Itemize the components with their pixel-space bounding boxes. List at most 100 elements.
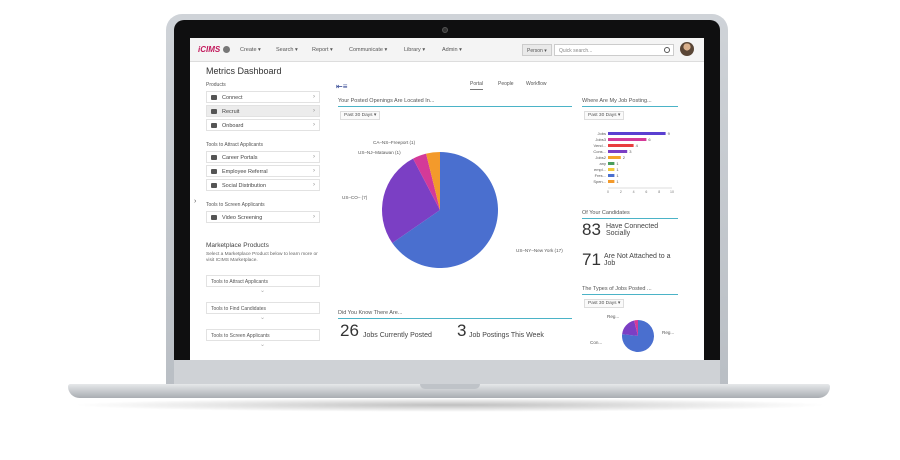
chevron-right-icon: › [313,168,315,174]
x-tick-label: 8 [658,190,660,194]
sidebar-item-onboard[interactable]: Onboard › [206,119,320,131]
bar-value-label: 4 [636,143,639,148]
pie-label-ny: US–NY–New York (17) [516,248,563,253]
bar-value-label: 2 [623,155,626,160]
sidebar-item-label: Onboard [222,123,244,129]
sidebar-item-video-screening[interactable]: Video Screening › [206,211,320,223]
sidebar-item-label: Social Distribution [222,183,267,189]
tab-portal[interactable]: Portal [470,81,484,90]
laptop-chin [174,360,720,386]
week-postings-label: Job Postings This Week [469,332,544,339]
bar-category-label: Jobs3 [595,137,606,142]
job-types-divider [582,294,678,295]
bar-value-label: 1 [616,179,619,184]
pie-label-freeport: CA–NS–Freeport (1) [373,140,416,145]
chevron-right-icon: › [313,108,315,114]
marketplace-text: Select a Marketplace Product below to le… [206,252,318,263]
nav-report[interactable]: Report ▾ [312,47,333,53]
chevron-right-icon: › [313,214,315,220]
x-tick-label: 2 [620,190,622,194]
laptop-notch [420,384,480,389]
chevron-right-icon[interactable]: › [194,198,196,205]
did-you-know-title: Did You Know There Are... [338,310,403,316]
nav-admin[interactable]: Admin ▾ [442,47,462,53]
search-input[interactable]: Quick search... [554,44,674,56]
search-icon[interactable] [664,47,670,53]
tab-workflow[interactable]: Workflow [526,81,546,87]
page-title: Metrics Dashboard [206,66,282,76]
x-tick-label: 10 [670,190,674,194]
webcam [442,27,448,33]
sidebar-item-label: Employee Referral [222,169,268,175]
jobs-posted-label: Jobs Currently Posted [363,332,432,339]
globe-icon[interactable] [223,46,230,53]
job-types-title: The Types of Jobs Posted ... [582,286,652,292]
openings-pie-chart [382,152,498,268]
where-posting-bar-chart: Jobs 9 Jobs3 6 Vend... 4 Cons... 3 Jobs2 2 any 1 emp… [593,131,674,194]
logo[interactable]: iCIMS [198,45,220,54]
bar [608,180,615,183]
share-icon [211,183,217,188]
attract-label: Tools to Attract Applicants [206,142,263,148]
sidebar-item-label: Connect [222,95,243,101]
x-tick-label: 4 [633,190,635,194]
marketplace-item-find[interactable]: Tools to Find Candidates [206,302,320,314]
pie-label-co: US–CO– (7) [342,195,368,200]
bar-category-label: Spen... [593,179,606,184]
marketplace-item-screen[interactable]: Tools to Screen Applicants [206,329,320,341]
marketplace-item-attract[interactable]: Tools to Attract Applicants [206,275,320,287]
sidebar-item-career-portals[interactable]: Career Portals › [206,151,320,163]
sidebar-item-employee-referral[interactable]: Employee Referral › [206,165,320,177]
person-select[interactable]: Person ▾ [522,44,552,56]
chevron-right-icon: › [313,122,315,128]
sidebar-item-recruit[interactable]: Recruit › [206,105,320,117]
bar-value-label: 1 [616,161,619,166]
screen-label: Tools to Screen Applicants [206,202,265,208]
people-icon [211,169,217,174]
bar-value-label: 3 [629,149,632,154]
where-posting-range-select[interactable]: Past 30 Days ▾ [584,111,625,120]
bar [608,144,634,147]
bar-category-label: Jobs2 [595,155,606,160]
flame-icon [211,95,217,100]
sidebar-item-social-distribution[interactable]: Social Distribution › [206,179,320,191]
tab-people[interactable]: People [498,81,514,87]
bar [608,132,666,135]
nav-search[interactable]: Search ▾ [276,47,298,53]
nav-create[interactable]: Create ▾ [240,47,261,53]
chevron-down-icon: ⌄ [260,315,266,321]
openings-range-select[interactable]: Past 30 Days ▾ [340,111,381,120]
chevron-right-icon: › [313,154,315,160]
not-attached-count: 71 [582,250,601,269]
sidebar-item-label: Video Screening [222,215,263,221]
avatar[interactable] [680,42,694,56]
where-posting-title: Where Are My Job Posting... [582,98,652,104]
x-tick-label: 0 [607,190,609,194]
bar [608,168,615,171]
products-label: Products [206,82,226,88]
chevron-right-icon: › [313,182,315,188]
bar-category-label: Fres... [595,173,606,178]
jobs-posted-count: 26 [340,321,359,340]
candidates-divider [582,218,678,219]
chevron-down-icon: ⌄ [260,342,266,348]
bar [608,138,647,141]
openings-divider [338,106,572,107]
connected-label: Have Connected Socially [606,223,659,237]
job-types-range-select[interactable]: Past 30 Days ▾ [584,299,625,308]
menu-icon[interactable]: ⇤≡ [336,82,347,91]
nav-communicate[interactable]: Communicate ▾ [349,47,387,53]
nav-library[interactable]: Library ▾ [404,47,425,53]
laptop-shadow [70,398,830,412]
top-nav: iCIMS Create ▾ Search ▾ Report ▾ Communi… [190,38,704,62]
where-posting-divider [582,106,678,107]
bar-value-label: 9 [668,131,671,136]
video-icon [211,215,217,220]
marketplace-title: Marketplace Products [206,242,269,249]
week-postings-count: 3 [457,321,467,340]
bar [608,162,615,165]
bar [608,174,615,177]
sidebar-item-connect[interactable]: Connect › [206,91,320,103]
openings-title: Your Posted Openings Are Located In... [338,98,435,104]
bar-category-label: empl... [594,167,606,172]
